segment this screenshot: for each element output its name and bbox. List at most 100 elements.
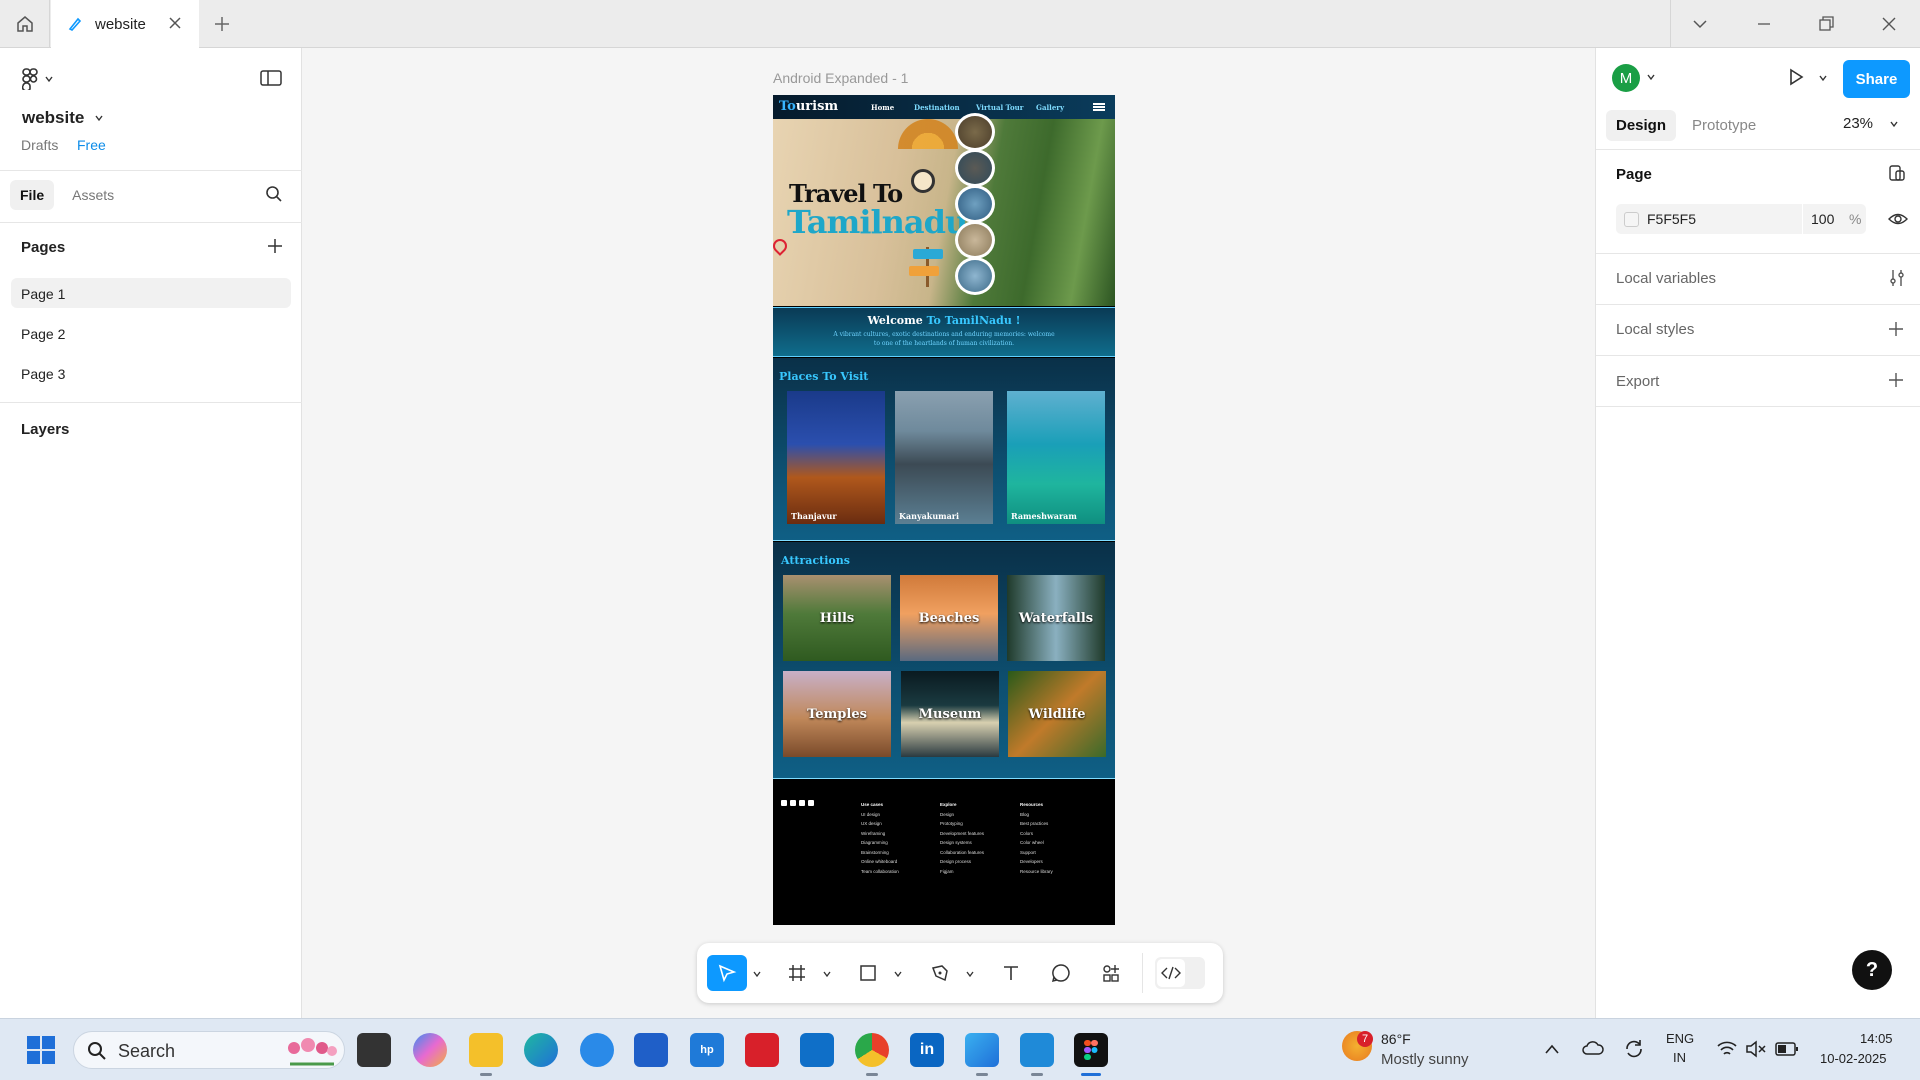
sync-icon[interactable] <box>1623 1038 1645 1060</box>
welcome-title: Welcome To TamilNadu ! <box>773 314 1115 327</box>
chevron-down-icon[interactable] <box>965 969 975 979</box>
add-style-icon[interactable] <box>1888 321 1904 337</box>
start-button[interactable] <box>24 1033 58 1067</box>
attraction-card: Museum <box>901 671 999 757</box>
restore-icon[interactable] <box>1816 14 1836 34</box>
photos-icon[interactable] <box>965 1033 999 1067</box>
chevron-down-icon[interactable] <box>1818 73 1828 83</box>
footer-link: Brainstorming <box>861 849 889 855</box>
clock-date[interactable]: 10-02-2025 <box>1820 1051 1887 1066</box>
chevron-down-icon[interactable] <box>822 969 832 979</box>
taskbar-search[interactable]: Search <box>73 1031 345 1069</box>
region-code[interactable]: IN <box>1673 1050 1686 1065</box>
welcome-subtitle: A vibrant cultures, exotic destinations … <box>833 331 1055 347</box>
chevron-down-icon[interactable] <box>1889 119 1899 129</box>
onedrive-cloud-icon[interactable] <box>1582 1040 1604 1056</box>
actions-button[interactable] <box>1091 955 1131 991</box>
new-tab-icon[interactable] <box>212 14 232 34</box>
plan-badge[interactable]: Free <box>77 137 106 153</box>
outlook-icon[interactable] <box>800 1033 834 1067</box>
page-item[interactable]: Page 3 <box>11 358 291 388</box>
wifi-icon[interactable] <box>1716 1040 1738 1058</box>
file-name-menu[interactable]: website <box>22 108 104 128</box>
pen-tool-button[interactable] <box>920 955 960 991</box>
close-window-icon[interactable] <box>1879 14 1899 34</box>
frame-label[interactable]: Android Expanded - 1 <box>773 70 908 86</box>
design-frame[interactable]: Tourism Home Destination Virtual Tour Ga… <box>773 95 1115 925</box>
add-export-icon[interactable] <box>1888 372 1904 388</box>
color-swatch[interactable] <box>1624 212 1639 227</box>
page-heading: Page <box>1616 166 1652 183</box>
chrome-icon[interactable] <box>855 1033 889 1067</box>
weather-temperature[interactable]: 86°F <box>1381 1031 1411 1047</box>
hero-photo-circle <box>955 257 995 295</box>
home-button[interactable] <box>0 0 50 48</box>
export-heading[interactable]: Export <box>1616 373 1659 390</box>
page-fill-field[interactable]: F5F5F5 100 % <box>1616 204 1866 234</box>
page-settings-icon[interactable] <box>1888 164 1906 182</box>
sidebar-toggle-icon[interactable] <box>260 69 282 87</box>
attraction-card: Beaches <box>900 575 998 661</box>
close-tab-icon[interactable] <box>167 15 183 31</box>
local-styles-heading[interactable]: Local styles <box>1616 321 1694 338</box>
tab-website[interactable]: website <box>51 0 199 48</box>
fill-hex-value[interactable]: F5F5F5 <box>1647 211 1696 227</box>
copilot-icon[interactable] <box>413 1033 447 1067</box>
place-label: Rameshwaram <box>1011 511 1077 521</box>
text-tool-button[interactable] <box>991 955 1031 991</box>
add-page-icon[interactable] <box>267 238 283 254</box>
dev-mode-toggle[interactable] <box>1155 957 1205 989</box>
move-tool-button[interactable] <box>707 955 747 991</box>
tab-prototype[interactable]: Prototype <box>1682 110 1766 141</box>
figma-app-icon[interactable] <box>1074 1033 1108 1067</box>
battery-icon[interactable] <box>1775 1041 1799 1057</box>
edge-browser-icon[interactable] <box>524 1033 558 1067</box>
chevron-up-icon[interactable] <box>1544 1043 1560 1055</box>
attraction-card: Waterfalls <box>1007 575 1105 661</box>
share-button[interactable]: Share <box>1843 60 1910 98</box>
volume-muted-icon[interactable] <box>1745 1040 1767 1058</box>
comment-tool-button[interactable] <box>1041 955 1081 991</box>
fill-opacity-value[interactable]: 100 <box>1811 211 1834 227</box>
tab-file[interactable]: File <box>10 180 55 210</box>
chevron-down-icon[interactable] <box>1690 14 1710 34</box>
chevron-down-icon[interactable] <box>1646 72 1656 82</box>
microsoft-store-icon[interactable] <box>634 1033 668 1067</box>
present-play-icon[interactable] <box>1786 67 1806 87</box>
language-code[interactable]: ENG <box>1666 1031 1694 1046</box>
variables-sliders-icon[interactable] <box>1888 269 1906 287</box>
nav-link-virtual-tour: Virtual Tour <box>976 103 1024 112</box>
avatar[interactable]: M <box>1612 64 1640 92</box>
mcafee-icon[interactable] <box>745 1033 779 1067</box>
chevron-down-icon[interactable] <box>752 969 762 979</box>
tab-design[interactable]: Design <box>1606 110 1677 141</box>
task-view-icon[interactable] <box>357 1033 391 1067</box>
get-help-icon[interactable] <box>580 1033 614 1067</box>
clock-time[interactable]: 14:05 <box>1860 1031 1893 1046</box>
zoom-level[interactable]: 23% <box>1843 115 1873 132</box>
page-item[interactable]: Page 2 <box>11 318 291 348</box>
help-button[interactable]: ? <box>1852 950 1892 990</box>
site-brand: Tourism <box>779 99 838 114</box>
tab-assets[interactable]: Assets <box>62 180 124 210</box>
eye-icon[interactable] <box>1888 210 1908 228</box>
vscode-icon[interactable] <box>1020 1033 1054 1067</box>
drafts-link[interactable]: Drafts <box>21 137 58 153</box>
chevron-down-icon[interactable] <box>893 969 903 979</box>
minimize-icon[interactable] <box>1754 14 1774 34</box>
weather-description[interactable]: Mostly sunny <box>1381 1051 1469 1068</box>
hero-photo-circle <box>955 149 995 187</box>
shape-tool-button[interactable] <box>848 955 888 991</box>
main-menu-button[interactable] <box>22 68 54 90</box>
local-variables-heading[interactable]: Local variables <box>1616 270 1716 287</box>
file-name: website <box>22 108 85 127</box>
attractions-part-b: ractions <box>799 554 850 567</box>
file-explorer-icon[interactable] <box>469 1033 503 1067</box>
linkedin-icon[interactable]: in <box>910 1033 944 1067</box>
frame-tool-button[interactable] <box>777 955 817 991</box>
page-item[interactable]: Page 1 <box>11 278 291 308</box>
search-icon[interactable] <box>265 185 283 203</box>
hero-photo-circle <box>955 185 995 223</box>
dev-mode-knob <box>1157 959 1185 987</box>
myhp-icon[interactable]: hp <box>690 1033 724 1067</box>
